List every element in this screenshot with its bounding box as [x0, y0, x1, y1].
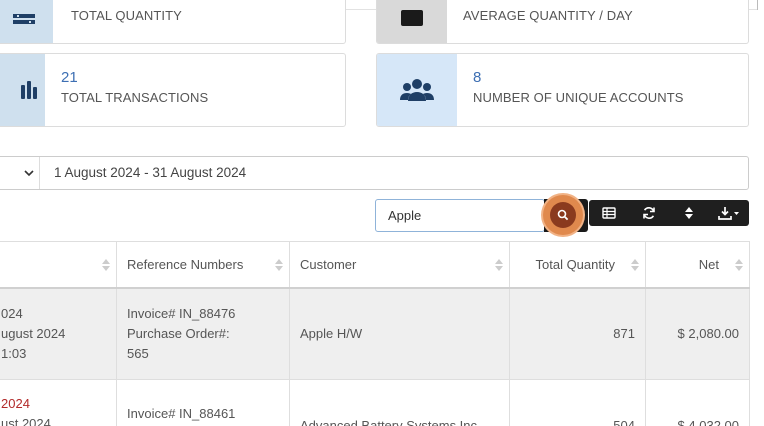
- sort-arrows-icon: [735, 259, 743, 271]
- stat-card-total-quantity: TOTAL QUANTITY: [0, 0, 346, 44]
- stat-value: 8: [473, 69, 482, 86]
- table-row[interactable]: 2024 ust 2024 Invoice# IN_88461 Advanced…: [0, 379, 750, 426]
- search-input[interactable]: [375, 199, 545, 232]
- column-header-date[interactable]: [0, 241, 117, 289]
- cell-date: 024 ugust 2024 1:03: [0, 287, 117, 380]
- toggle-columns-button[interactable]: [589, 200, 629, 226]
- users-icon: [377, 54, 457, 126]
- column-header-reference-numbers[interactable]: Reference Numbers: [116, 241, 290, 289]
- calendar-icon: [377, 0, 447, 43]
- sort-arrows-icon: [102, 259, 110, 271]
- download-icon: [718, 207, 739, 220]
- sort-arrows-icon: [631, 259, 639, 271]
- transactions-table: Reference Numbers Customer Total Quantit…: [0, 241, 750, 426]
- stat-value: 21: [61, 69, 78, 86]
- table-header-row: Reference Numbers Customer Total Quantit…: [0, 241, 750, 289]
- stat-label: AVERAGE QUANTITY / DAY: [463, 8, 633, 23]
- date-range-value[interactable]: 1 August 2024 - 31 August 2024: [54, 165, 246, 180]
- cell-reference-numbers: Invoice# IN_88461: [116, 379, 290, 426]
- stat-card-unique-accounts: 8 NUMBER OF UNIQUE ACCOUNTS: [376, 53, 749, 127]
- stat-card-average-quantity: AVERAGE QUANTITY / DAY: [376, 0, 749, 44]
- sort-button[interactable]: [669, 200, 709, 226]
- bar-chart-icon: [0, 54, 45, 126]
- refresh-button[interactable]: [629, 200, 669, 226]
- refresh-icon: [643, 207, 655, 219]
- column-header-total-quantity[interactable]: Total Quantity: [509, 241, 646, 289]
- date-range-filter[interactable]: 1 August 2024 - 31 August 2024: [0, 156, 749, 190]
- stat-label: NUMBER OF UNIQUE ACCOUNTS: [473, 90, 684, 105]
- download-button[interactable]: [709, 200, 749, 226]
- table-row[interactable]: 024 ugust 2024 1:03 Invoice# IN_88476 Pu…: [0, 287, 750, 380]
- chevron-down-icon[interactable]: [23, 167, 35, 179]
- sort-icon: [685, 207, 693, 219]
- table-toolbar: [589, 200, 749, 226]
- column-header-net[interactable]: Net: [645, 241, 750, 289]
- sort-arrows-icon: [275, 259, 283, 271]
- search-icon: [557, 209, 569, 221]
- tray-icon: [0, 0, 53, 43]
- cell-date: 2024 ust 2024: [0, 379, 117, 426]
- column-header-customer[interactable]: Customer: [289, 241, 510, 289]
- cell-reference-numbers: Invoice# IN_88476 Purchase Order#: 565: [116, 287, 290, 380]
- cell-net: $ 2,080.00: [645, 287, 750, 380]
- sort-arrows-icon: [495, 259, 503, 271]
- cell-total-quantity: 504: [509, 379, 646, 426]
- filter-divider: [39, 157, 40, 189]
- stat-label: TOTAL TRANSACTIONS: [61, 90, 209, 105]
- cell-net: $ 4,032.00: [645, 379, 750, 426]
- stat-label: TOTAL QUANTITY: [71, 8, 182, 23]
- search-button[interactable]: [543, 195, 583, 235]
- stat-card-total-transactions: 21 TOTAL TRANSACTIONS: [0, 53, 346, 127]
- cell-customer: Advanced Battery Systems Inc: [289, 379, 510, 426]
- cell-total-quantity: 871: [509, 287, 646, 380]
- cell-customer: Apple H/W: [289, 287, 510, 380]
- table-icon: [602, 207, 616, 219]
